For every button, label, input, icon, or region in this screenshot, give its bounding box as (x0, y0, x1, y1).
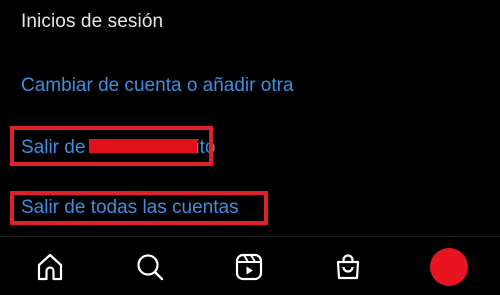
redacted-username (89, 138, 198, 153)
switch-account-link[interactable]: Cambiar de cuenta o añadir otra (21, 75, 294, 97)
profile-avatar[interactable] (430, 248, 468, 286)
bottom-nav (0, 237, 500, 295)
search-icon[interactable] (135, 252, 165, 282)
home-icon[interactable] (35, 252, 65, 282)
shop-bag-icon[interactable] (333, 252, 363, 282)
logout-all-link[interactable]: Salir de todas las cuentas (21, 197, 239, 219)
logout-user-link[interactable]: Salir de ito (21, 137, 216, 159)
username-visible-tail: ito (195, 137, 216, 158)
section-title-logins: Inicios de sesión (21, 11, 164, 32)
logout-user-label: Salir de (21, 137, 86, 158)
reels-icon[interactable] (234, 252, 264, 282)
